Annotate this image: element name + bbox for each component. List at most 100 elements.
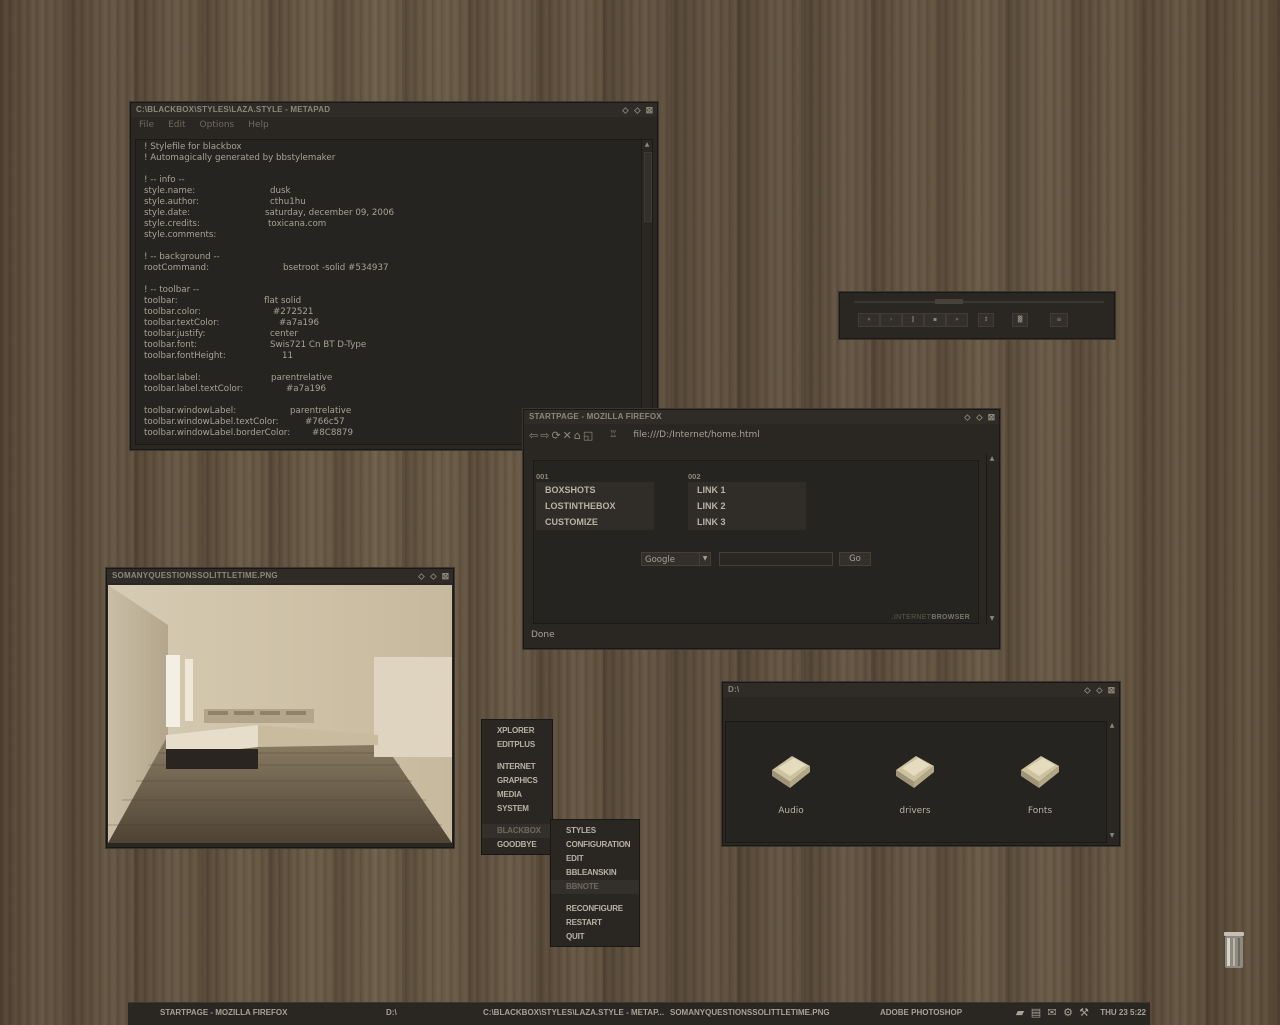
close-icon[interactable]: ⊠ bbox=[987, 412, 996, 422]
play-icon: › bbox=[889, 316, 893, 323]
image-viewer-titlebar[interactable]: SOMANYQUESTIONSSOLITTLETIME.PNG ⬦ ⬦ ⊠ bbox=[107, 569, 453, 583]
menu-item-restart[interactable]: RESTART bbox=[551, 916, 639, 930]
safely-remove-icon[interactable]: ⚒ bbox=[1078, 1007, 1090, 1019]
explorer-titlebar[interactable]: D:\ ⬦ ⬦ ⊠ bbox=[723, 683, 1119, 697]
search-engine-select[interactable]: Google ▼ bbox=[641, 552, 711, 566]
stop-button[interactable]: ▪ bbox=[924, 313, 946, 327]
menu-edit[interactable]: Edit bbox=[168, 120, 185, 130]
home-icon[interactable]: ⌂ bbox=[574, 429, 581, 442]
window-title: SOMANYQUESTIONSSOLITTLETIME.PNG bbox=[112, 571, 278, 580]
menu-item-bbnote[interactable]: BBNOTE bbox=[551, 880, 639, 894]
url-field[interactable]: file:///D:/Internet/home.html bbox=[633, 430, 759, 440]
menu-item-styles[interactable]: STYLES bbox=[551, 824, 639, 838]
explorer-window[interactable]: D:\ ⬦ ⬦ ⊠ Audio drivers Fonts ▲ ▼ bbox=[722, 682, 1120, 846]
metapad-window[interactable]: C:\BLACKBOX\STYLES\LAZA.STYLE - METAPAD … bbox=[130, 102, 658, 450]
link-customize[interactable]: CUSTOMIZE bbox=[536, 514, 654, 530]
menu-item-xplorer[interactable]: XPLORER bbox=[482, 724, 552, 738]
metapad-titlebar[interactable]: C:\BLACKBOX\STYLES\LAZA.STYLE - METAPAD … bbox=[131, 103, 657, 117]
seek-knob[interactable] bbox=[935, 299, 963, 304]
close-icon[interactable]: ⊠ bbox=[1107, 685, 1116, 695]
scroll-down-icon[interactable]: ▼ bbox=[987, 614, 997, 624]
link-3[interactable]: LINK 3 bbox=[688, 514, 806, 530]
menu-item-edit[interactable]: EDIT bbox=[551, 852, 639, 866]
scroll-up-icon[interactable]: ▲ bbox=[1107, 721, 1117, 731]
task-photoshop[interactable]: ADOBE PHOTOSHOP bbox=[880, 1003, 962, 1025]
menu-item-goodbye[interactable]: GOODBYE bbox=[482, 838, 552, 852]
eject-button[interactable]: ↕ bbox=[978, 313, 994, 327]
menu-item-system[interactable]: SYSTEM bbox=[482, 802, 552, 816]
shade-icon[interactable]: ⬦ bbox=[417, 571, 426, 581]
task-image-viewer[interactable]: SOMANYQUESTIONSSOLITTLETIME.PNG bbox=[670, 1003, 830, 1025]
vertical-scrollbar[interactable]: ▲ ▼ bbox=[1106, 721, 1117, 841]
link-2[interactable]: LINK 2 bbox=[688, 498, 806, 514]
task-metapad[interactable]: C:\BLACKBOX\STYLES\LAZA.STYLE - METAP... bbox=[483, 1003, 664, 1025]
playlist-button[interactable]: ≡ bbox=[1050, 313, 1068, 327]
volume-button[interactable]: ▓ bbox=[1012, 313, 1028, 327]
scroll-up-icon[interactable]: ▲ bbox=[987, 454, 997, 464]
window-title: C:\BLACKBOX\STYLES\LAZA.STYLE - METAPAD bbox=[136, 105, 331, 114]
back-icon[interactable]: ⇦ bbox=[529, 429, 538, 442]
recycle-bin-icon[interactable] bbox=[1222, 930, 1246, 970]
link-1[interactable]: LINK 1 bbox=[688, 482, 806, 498]
seek-bar[interactable] bbox=[854, 299, 1104, 304]
scroll-up-icon[interactable]: ▲ bbox=[642, 140, 652, 150]
stop-icon: ▪ bbox=[932, 316, 938, 323]
pause-button[interactable]: ‖ bbox=[902, 313, 924, 327]
style-key: rootCommand: bbox=[144, 263, 209, 273]
link-boxshots[interactable]: BOXSHOTS bbox=[536, 482, 654, 498]
menu-item-quit[interactable]: QUIT bbox=[551, 930, 639, 944]
menu-item-bbleanskin[interactable]: BBLEANSKIN bbox=[551, 866, 639, 880]
task-explorer[interactable]: D:\ bbox=[386, 1003, 397, 1025]
next-button[interactable]: » bbox=[946, 313, 968, 327]
scroll-down-icon[interactable]: ▼ bbox=[1107, 831, 1117, 841]
network-icon[interactable]: ▤ bbox=[1030, 1007, 1042, 1019]
link-lostinthebox[interactable]: LOSTINTHEBOX bbox=[536, 498, 654, 514]
tray-settings-icon[interactable]: ⚙ bbox=[1062, 1007, 1074, 1019]
reload-icon[interactable]: ⟳ bbox=[551, 429, 560, 442]
style-key: style.name: bbox=[144, 186, 196, 196]
shade-icon[interactable]: ⬦ bbox=[1083, 685, 1092, 695]
print-icon[interactable]: ♖ bbox=[609, 430, 617, 440]
menu-item-configuration[interactable]: CONFIGURATION bbox=[551, 838, 639, 852]
menu-item-reconfigure[interactable]: RECONFIGURE bbox=[551, 902, 639, 916]
close-icon[interactable]: ⊠ bbox=[441, 571, 450, 581]
forward-icon[interactable]: ⇨ bbox=[540, 429, 549, 442]
scroll-thumb[interactable] bbox=[644, 152, 652, 222]
maximize-icon[interactable]: ⬦ bbox=[633, 105, 642, 115]
task-firefox[interactable]: STARTPAGE - MOZILLA FIREFOX bbox=[160, 1003, 287, 1025]
media-player[interactable]: « › ‖ ▪ » ↕ ▓ ≡ bbox=[839, 292, 1115, 339]
shade-icon[interactable]: ⬦ bbox=[621, 105, 630, 115]
bookmark-icon[interactable]: ◱ bbox=[583, 429, 593, 442]
vertical-scrollbar[interactable]: ▲ ▼ bbox=[986, 454, 997, 624]
play-button[interactable]: › bbox=[880, 313, 902, 327]
image-viewer-window[interactable]: SOMANYQUESTIONSSOLITTLETIME.PNG ⬦ ⬦ ⊠ bbox=[106, 568, 454, 848]
menu-help[interactable]: Help bbox=[248, 120, 269, 130]
next-icon: » bbox=[955, 316, 959, 323]
menu-item-graphics[interactable]: GRAPHICS bbox=[482, 774, 552, 788]
trash-can-icon bbox=[1224, 932, 1244, 968]
stop-icon[interactable]: ✕ bbox=[563, 429, 572, 442]
menu-item-media[interactable]: MEDIA bbox=[482, 788, 552, 802]
maximize-icon[interactable]: ⬦ bbox=[975, 412, 984, 422]
menu-item-blackbox[interactable]: BLACKBOX bbox=[482, 824, 552, 838]
close-icon[interactable]: ⊠ bbox=[645, 105, 654, 115]
text-editor[interactable]: ! Stylefile for blackbox! Automagically … bbox=[135, 139, 653, 445]
folder-drivers[interactable]: drivers bbox=[880, 752, 950, 816]
menu-item-editplus[interactable]: EDITPLUS bbox=[482, 738, 552, 752]
previous-button[interactable]: « bbox=[858, 313, 880, 327]
firefox-window[interactable]: STARTPAGE - MOZILLA FIREFOX ⬦ ⬦ ⊠ ⇦ ⇨ ⟳ … bbox=[523, 409, 1000, 649]
search-input[interactable] bbox=[719, 552, 833, 566]
maximize-icon[interactable]: ⬦ bbox=[429, 571, 438, 581]
folder-audio[interactable]: Audio bbox=[756, 752, 826, 816]
firefox-titlebar[interactable]: STARTPAGE - MOZILLA FIREFOX ⬦ ⬦ ⊠ bbox=[524, 410, 999, 424]
maximize-icon[interactable]: ⬦ bbox=[1095, 685, 1104, 695]
go-button[interactable]: Go bbox=[839, 552, 871, 566]
messenger-icon[interactable]: ✉ bbox=[1046, 1007, 1058, 1019]
tray-app-icon[interactable]: ▰ bbox=[1014, 1007, 1026, 1019]
menu-item-internet[interactable]: INTERNET bbox=[482, 760, 552, 774]
menu-options[interactable]: Options bbox=[200, 120, 235, 130]
vertical-scrollbar[interactable]: ▲ bbox=[641, 140, 652, 444]
folder-fonts[interactable]: Fonts bbox=[1005, 752, 1075, 816]
shade-icon[interactable]: ⬦ bbox=[963, 412, 972, 422]
menu-file[interactable]: File bbox=[139, 120, 154, 130]
